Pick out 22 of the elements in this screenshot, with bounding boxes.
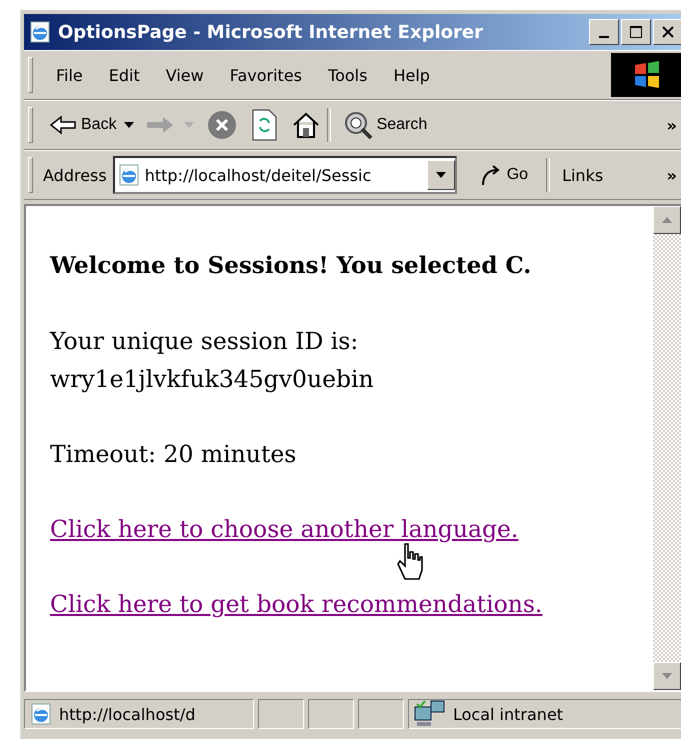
menu-item[interactable]: View (152, 66, 217, 84)
more-chevron[interactable]: » (666, 116, 681, 134)
back-button[interactable]: Back (43, 115, 123, 135)
menu-item[interactable]: File (43, 66, 96, 84)
zone-text: Local intranet (453, 704, 564, 724)
links-label[interactable]: Links (556, 166, 610, 184)
address-label: Address (43, 166, 108, 184)
page-link[interactable]: Click here to get book recommendations. (50, 585, 542, 623)
window-title: OptionsPage - Microsoft Internet Explorer (58, 22, 484, 42)
go-button[interactable]: Go (472, 163, 534, 187)
address-field[interactable]: http://localhost/deitel/Sessic (112, 156, 457, 194)
menu-item[interactable]: Edit (96, 66, 153, 84)
status-text: http://localhost/d (59, 704, 196, 724)
search-button[interactable]: Search (336, 110, 434, 140)
menu-item[interactable]: Favorites (216, 66, 316, 84)
page-heading: Welcome to Sessions! You selected C. (50, 251, 532, 281)
menu-item[interactable]: Help (380, 66, 443, 84)
page-text: Timeout: 20 minutes (50, 439, 296, 470)
page-text: Your unique session ID is: wry1e1jlvkfuk345gv0uebin (50, 326, 374, 395)
page-link[interactable]: Click here to choose another language. (50, 510, 518, 548)
menu-item[interactable]: Tools (315, 66, 380, 84)
more-chevron[interactable]: » (666, 166, 681, 184)
